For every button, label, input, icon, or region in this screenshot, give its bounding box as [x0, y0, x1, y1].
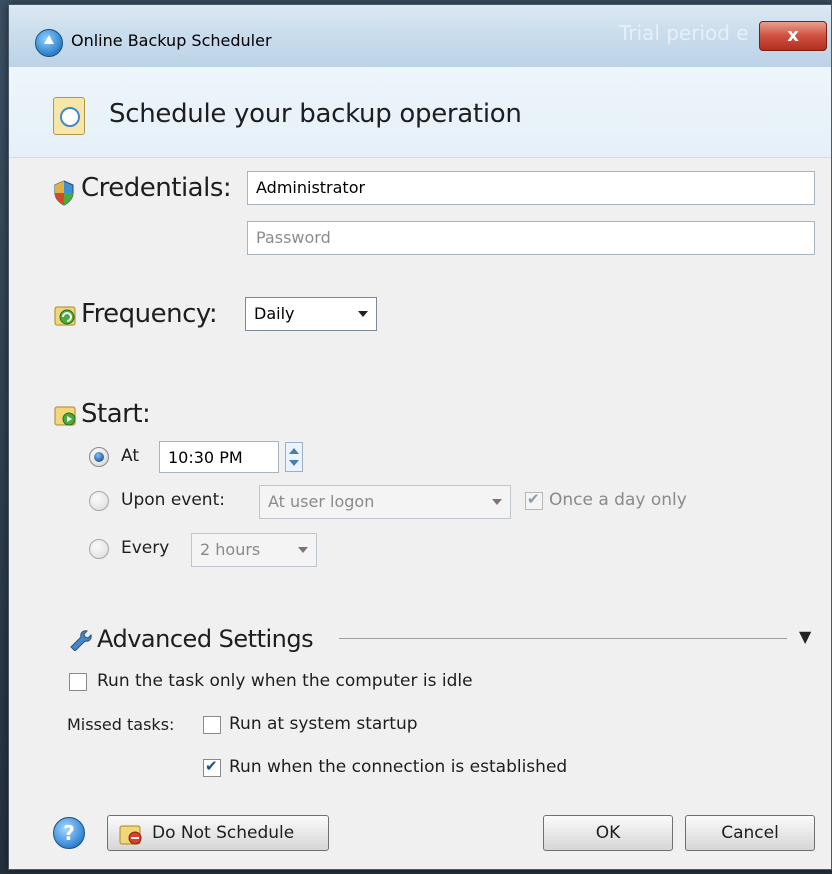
connection-checkbox[interactable]: [203, 757, 221, 777]
time-spinner[interactable]: [285, 442, 303, 472]
password-field[interactable]: Password: [247, 221, 815, 255]
start-event-label: Upon event:: [121, 490, 225, 510]
window-title: Online Backup Scheduler: [71, 31, 272, 50]
system-startup-checkbox[interactable]: [203, 716, 221, 734]
start-time-field[interactable]: 10:30 PM: [159, 441, 279, 473]
idle-checkbox[interactable]: [69, 673, 87, 691]
frequency-select[interactable]: Daily: [245, 297, 377, 331]
wrench-icon: [70, 630, 92, 651]
shield-icon: [54, 180, 74, 206]
start-every-radio[interactable]: [89, 539, 109, 559]
title-bar[interactable]: Online Backup Scheduler Trial period e x: [9, 5, 831, 68]
system-startup-label: Run at system startup: [229, 714, 418, 734]
advanced-divider: [339, 638, 787, 639]
page-title: Schedule your backup operation: [109, 99, 522, 129]
chevron-down-icon[interactable]: ▼: [799, 627, 811, 646]
header-band: Schedule your backup operation: [9, 67, 831, 158]
start-at-label: At: [121, 446, 139, 466]
idle-label: Run the task only when the computer is i…: [97, 671, 473, 691]
spinner-up-icon: [289, 448, 299, 454]
chevron-down-icon: [298, 547, 308, 553]
credentials-label: Credentials:: [81, 173, 232, 203]
background-window-title: Trial period e: [619, 21, 749, 45]
chevron-down-icon: [358, 311, 368, 317]
frequency-selected-value: Daily: [254, 304, 295, 323]
close-button[interactable]: x: [759, 21, 827, 51]
every-select[interactable]: 2 hours: [191, 533, 317, 567]
start-icon: [54, 406, 76, 426]
start-at-radio[interactable]: [89, 447, 109, 467]
event-selected-value: At user logon: [268, 492, 375, 511]
scheduler-dialog: Online Backup Scheduler Trial period e x…: [8, 4, 832, 870]
missed-tasks-label: Missed tasks:: [67, 715, 175, 734]
chevron-down-icon: [492, 499, 502, 505]
username-field[interactable]: Administrator: [247, 171, 815, 205]
no-schedule-icon: [119, 825, 142, 845]
do-not-schedule-button[interactable]: Do Not Schedule: [107, 815, 329, 851]
start-every-label: Every: [121, 538, 170, 558]
do-not-schedule-label: Do Not Schedule: [152, 823, 295, 843]
app-upload-icon: [35, 29, 63, 57]
clock-icon: [53, 97, 85, 135]
help-icon[interactable]: ?: [53, 817, 85, 849]
once-a-day-checkbox[interactable]: [525, 490, 543, 510]
connection-label: Run when the connection is established: [229, 757, 568, 777]
spinner-down-icon: [289, 460, 299, 466]
frequency-label: Frequency:: [81, 299, 218, 329]
event-select[interactable]: At user logon: [259, 485, 511, 519]
ok-button[interactable]: OK: [543, 815, 673, 851]
start-label: Start:: [81, 399, 151, 429]
frequency-icon: [54, 306, 76, 326]
start-event-radio[interactable]: [89, 491, 109, 511]
once-a-day-label: Once a day only: [549, 490, 687, 510]
cancel-button[interactable]: Cancel: [685, 815, 815, 851]
every-selected-value: 2 hours: [200, 540, 261, 559]
advanced-settings-label: Advanced Settings: [97, 625, 314, 653]
